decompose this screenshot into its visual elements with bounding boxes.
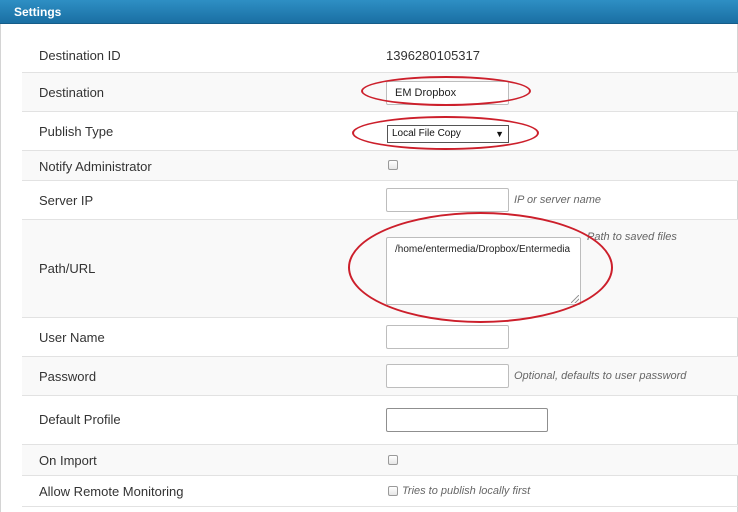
password-label: Password (39, 369, 97, 384)
server-ip-input[interactable] (386, 188, 509, 212)
notify-admin-checkbox[interactable] (388, 160, 398, 170)
publish-type-label: Publish Type (39, 124, 114, 139)
destination-id-value: 1396280105317 (386, 48, 480, 63)
row-publish-type: Publish Type Local File Copy ▼ (22, 111, 738, 150)
row-notify-admin: Notify Administrator (22, 150, 738, 180)
row-on-import: On Import (22, 444, 738, 475)
server-ip-hint: IP or server name (514, 194, 602, 206)
user-name-label: User Name (39, 330, 105, 345)
remote-monitoring-label: Allow Remote Monitoring (39, 484, 184, 499)
resize-handle-icon[interactable] (571, 295, 579, 303)
server-ip-label: Server IP (39, 193, 94, 208)
destination-input[interactable]: EM Dropbox (386, 81, 509, 105)
path-url-textarea[interactable]: /home/entermedia/Dropbox/Entermedia (386, 237, 581, 305)
settings-panel: Destination ID 1396280105317 Destination… (0, 24, 738, 512)
path-url-hint: Path to saved files (587, 231, 677, 243)
default-profile-label: Default Profile (39, 412, 121, 427)
notify-admin-label: Notify Administrator (39, 159, 152, 174)
user-name-input[interactable] (386, 325, 509, 349)
path-url-label: Path/URL (39, 261, 96, 276)
row-default-profile: Default Profile (22, 395, 738, 444)
on-import-checkbox[interactable] (388, 455, 398, 465)
publish-type-selected: Local File Copy (392, 128, 461, 139)
default-profile-input[interactable] (386, 408, 548, 432)
panel-footer-divider (22, 506, 738, 512)
row-path-url: Path/URL /home/entermedia/Dropbox/Enterm… (22, 219, 738, 317)
on-import-label: On Import (39, 453, 97, 468)
remote-monitoring-checkbox[interactable] (388, 486, 398, 496)
row-remote-monitoring: Allow Remote Monitoring Tries to publish… (22, 475, 738, 506)
row-destination-id: Destination ID 1396280105317 (22, 38, 738, 72)
publish-type-select[interactable]: Local File Copy ▼ (387, 125, 509, 143)
row-server-ip: Server IP IP or server name (22, 180, 738, 219)
password-hint: Optional, defaults to user password (514, 370, 687, 382)
settings-title: Settings (14, 5, 62, 19)
destination-id-label: Destination ID (39, 48, 121, 63)
destination-label: Destination (39, 85, 105, 100)
password-input[interactable] (386, 364, 509, 388)
chevron-down-icon: ▼ (495, 129, 504, 139)
settings-header: Settings (0, 0, 738, 24)
row-password: Password Optional, defaults to user pass… (22, 356, 738, 395)
row-destination: Destination EM Dropbox (22, 72, 738, 111)
row-user-name: User Name (22, 317, 738, 356)
remote-monitoring-hint: Tries to publish locally first (402, 485, 531, 497)
path-url-value: /home/entermedia/Dropbox/Entermedia (395, 244, 571, 255)
